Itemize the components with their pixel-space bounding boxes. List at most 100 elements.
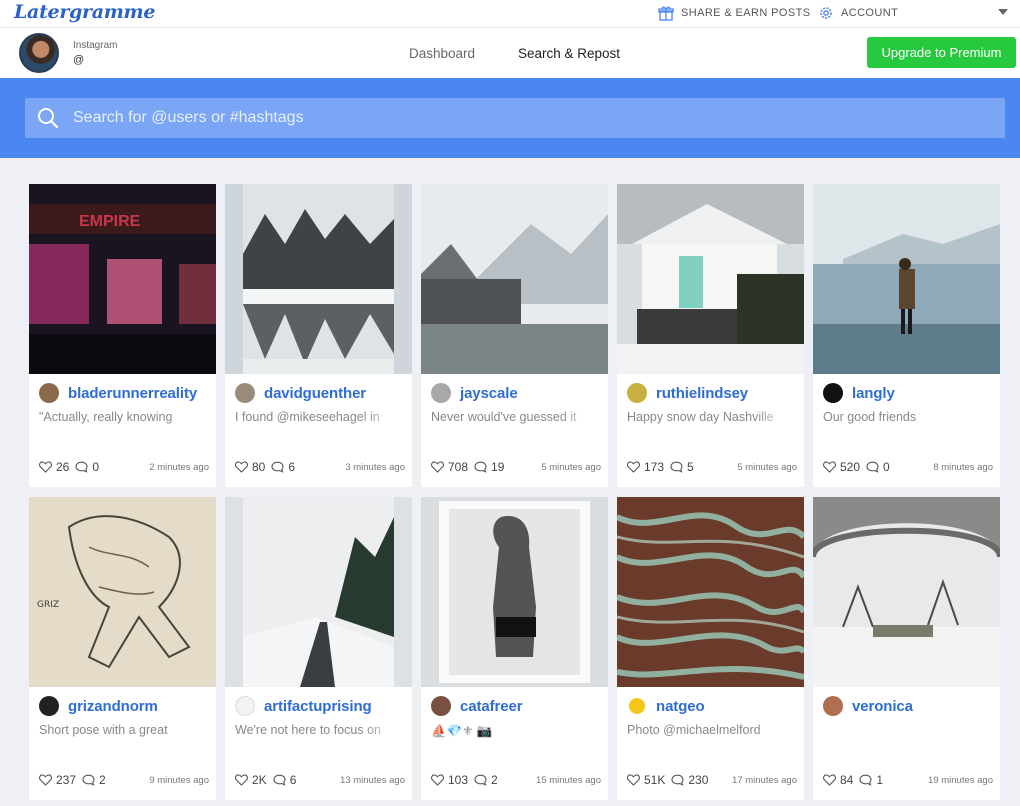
post-card[interactable]: EMPIRE bladerunnerreality "Actually, rea… bbox=[29, 184, 216, 487]
post-author[interactable]: veronica bbox=[823, 696, 913, 716]
like-count: 51K bbox=[627, 773, 665, 787]
post-stats: 173 5 5 minutes ago bbox=[627, 460, 797, 474]
post-card[interactable]: artifactuprising We're not here to focus… bbox=[225, 497, 412, 800]
post-author[interactable]: langly bbox=[823, 383, 895, 403]
search-box[interactable] bbox=[25, 98, 1005, 138]
comment-count-value: 2 bbox=[491, 773, 498, 787]
svg-text:GRIZ: GRIZ bbox=[37, 600, 59, 610]
author-username: bladerunnerreality bbox=[68, 384, 198, 402]
post-time: 9 minutes ago bbox=[149, 774, 209, 786]
comment-count-value: 0 bbox=[883, 460, 890, 474]
avatar[interactable] bbox=[19, 33, 59, 73]
account-label: ACCOUNT bbox=[841, 7, 899, 19]
post-author[interactable]: catafreer bbox=[431, 696, 523, 716]
post-photo[interactable] bbox=[617, 184, 804, 374]
post-time: 17 minutes ago bbox=[732, 774, 797, 786]
post-caption: Short pose with a great bbox=[39, 723, 168, 737]
like-count: 708 bbox=[431, 460, 468, 474]
post-author[interactable]: natgeo bbox=[627, 696, 705, 716]
post-photo[interactable] bbox=[813, 184, 1000, 374]
post-card[interactable]: veronica 84 1 19 minutes ago bbox=[813, 497, 1000, 800]
author-username: catafreer bbox=[460, 697, 523, 715]
like-count: 520 bbox=[823, 460, 860, 474]
share-earn-link[interactable]: SHARE & EARN POSTS bbox=[658, 5, 810, 21]
post-author[interactable]: bladerunnerreality bbox=[39, 383, 197, 403]
post-stats: 2K 6 13 minutes ago bbox=[235, 773, 405, 787]
nav-dashboard[interactable]: Dashboard bbox=[409, 46, 475, 61]
comment-icon bbox=[670, 461, 683, 473]
like-count: 103 bbox=[431, 773, 468, 787]
heart-icon bbox=[823, 774, 836, 786]
like-count-value: 173 bbox=[644, 460, 665, 474]
post-time: 2 minutes ago bbox=[149, 461, 209, 473]
comment-count: 0 bbox=[75, 460, 99, 474]
post-card[interactable]: langly Our good friends 520 0 8 minutes … bbox=[813, 184, 1000, 487]
post-caption: Our good friends bbox=[823, 410, 917, 424]
post-card[interactable]: GRIZ grizandnorm Short pose with a great… bbox=[29, 497, 216, 800]
author-username: veronica bbox=[852, 697, 913, 715]
author-username: ruthielindsey bbox=[656, 384, 749, 402]
post-photo[interactable] bbox=[421, 184, 608, 374]
like-count-value: 51K bbox=[644, 773, 666, 787]
comment-count: 2 bbox=[474, 773, 498, 787]
post-author[interactable]: grizandnorm bbox=[39, 696, 158, 716]
comment-icon bbox=[75, 461, 88, 473]
like-count-value: 708 bbox=[448, 460, 469, 474]
post-caption: "Actually, really knowing bbox=[39, 410, 173, 424]
post-photo[interactable]: GRIZ bbox=[29, 497, 216, 687]
upgrade-premium-button[interactable]: Upgrade to Premium bbox=[867, 37, 1016, 68]
post-author[interactable]: davidguenther bbox=[235, 383, 366, 403]
author-username: davidguenther bbox=[264, 384, 367, 402]
instagram-label: Instagram bbox=[73, 40, 118, 51]
share-earn-label: SHARE & EARN POSTS bbox=[681, 7, 811, 19]
like-count-value: 84 bbox=[840, 773, 854, 787]
post-author[interactable]: ruthielindsey bbox=[627, 383, 748, 403]
heart-icon bbox=[431, 774, 444, 786]
like-count: 2K bbox=[235, 773, 267, 787]
post-stats: 80 6 3 minutes ago bbox=[235, 460, 405, 474]
like-count-value: 103 bbox=[448, 773, 469, 787]
search-input[interactable] bbox=[73, 109, 973, 127]
heart-icon bbox=[39, 461, 52, 473]
post-caption: I found @mikeseehagel in bbox=[235, 410, 380, 424]
post-card[interactable]: natgeo Photo @michaelmelford 51K 230 17 … bbox=[617, 497, 804, 800]
author-username: natgeo bbox=[656, 697, 705, 715]
author-avatar bbox=[235, 696, 255, 716]
post-photo[interactable] bbox=[813, 497, 1000, 687]
account-menu[interactable]: ACCOUNT bbox=[818, 5, 898, 21]
post-photo[interactable] bbox=[617, 497, 804, 687]
like-count: 26 bbox=[39, 460, 69, 474]
like-count: 80 bbox=[235, 460, 265, 474]
heart-icon bbox=[431, 461, 444, 473]
heart-icon bbox=[823, 461, 836, 473]
post-time: 5 minutes ago bbox=[737, 461, 797, 473]
comment-count: 230 bbox=[671, 773, 708, 787]
post-stats: 103 2 15 minutes ago bbox=[431, 773, 601, 787]
post-caption: Happy snow day Nashville bbox=[627, 410, 774, 424]
app-logo[interactable]: Latergramme bbox=[14, 1, 155, 23]
comment-count: 2 bbox=[82, 773, 106, 787]
chevron-down-icon[interactable] bbox=[998, 9, 1008, 15]
post-photo[interactable] bbox=[225, 497, 412, 687]
nav-search-repost[interactable]: Search & Repost bbox=[518, 46, 620, 61]
like-count: 237 bbox=[39, 773, 76, 787]
post-author[interactable]: artifactuprising bbox=[235, 696, 372, 716]
comment-count: 19 bbox=[474, 460, 504, 474]
post-card[interactable]: ruthielindsey Happy snow day Nashville 1… bbox=[617, 184, 804, 487]
post-stats: 51K 230 17 minutes ago bbox=[627, 773, 797, 787]
post-card[interactable]: davidguenther I found @mikeseehagel in 8… bbox=[225, 184, 412, 487]
post-time: 5 minutes ago bbox=[541, 461, 601, 473]
author-username: langly bbox=[852, 384, 895, 402]
post-author[interactable]: jayscale bbox=[431, 383, 518, 403]
comment-icon bbox=[671, 774, 684, 786]
author-avatar bbox=[823, 696, 843, 716]
post-time: 19 minutes ago bbox=[928, 774, 993, 786]
post-photo[interactable]: EMPIRE bbox=[29, 184, 216, 374]
post-photo[interactable] bbox=[225, 184, 412, 374]
post-photo[interactable] bbox=[421, 497, 608, 687]
svg-text:EMPIRE: EMPIRE bbox=[79, 213, 141, 230]
post-card[interactable]: catafreer ⛵💎⚜ 📷 103 2 15 minutes ago bbox=[421, 497, 608, 800]
author-avatar bbox=[627, 383, 647, 403]
comment-count-value: 5 bbox=[687, 460, 694, 474]
post-card[interactable]: jayscale Never would've guessed it 708 1… bbox=[421, 184, 608, 487]
